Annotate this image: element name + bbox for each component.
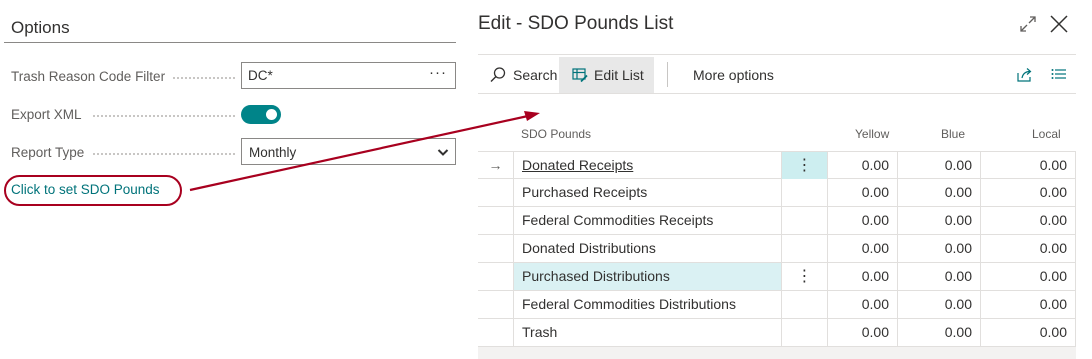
search-button[interactable]: Search [487, 57, 559, 93]
dotted-leader [173, 77, 235, 79]
list-view-icon[interactable] [1051, 68, 1067, 82]
row-name[interactable]: Trash [514, 319, 782, 346]
cell-yellow[interactable]: 0.00 [828, 319, 898, 346]
chevron-down-icon [437, 149, 449, 156]
search-icon [490, 67, 506, 82]
column-header-sdo-pounds[interactable]: SDO Pounds [521, 127, 591, 141]
table-row[interactable]: Donated Distributions 0.00 0.00 0.00 [478, 235, 1076, 263]
close-icon[interactable] [1048, 13, 1070, 35]
toolbar-separator [667, 62, 668, 87]
column-header-blue[interactable]: Blue [941, 127, 965, 141]
toggle-knob [266, 109, 277, 120]
options-title: Options [11, 18, 70, 37]
row-selector[interactable] [478, 235, 514, 262]
row-name-link[interactable]: Donated Receipts [522, 157, 633, 173]
trash-reason-filter-input[interactable]: DC* ··· [241, 62, 456, 89]
table-row[interactable]: Federal Commodities Receipts 0.00 0.00 0… [478, 207, 1076, 235]
cell-yellow[interactable]: 0.00 [828, 263, 898, 290]
column-header-yellow[interactable]: Yellow [855, 127, 889, 141]
report-type-select[interactable]: Monthly [241, 138, 456, 165]
report-type-label: Report Type [11, 145, 85, 160]
cell-local[interactable]: 0.00 [981, 207, 1076, 234]
row-menu-icon[interactable]: ⋮ [782, 263, 828, 290]
table-row[interactable]: Purchased Receipts 0.00 0.00 0.00 [478, 179, 1076, 207]
cell-blue[interactable]: 0.00 [898, 291, 981, 318]
cell-blue[interactable]: 0.00 [898, 319, 981, 346]
cell-local[interactable]: 0.00 [981, 263, 1076, 290]
row-menu-cell[interactable] [782, 235, 828, 262]
edit-list-button[interactable]: Edit List [559, 57, 654, 93]
row-name[interactable]: Donated Distributions [514, 235, 782, 262]
export-xml-label: Export XML [11, 107, 82, 122]
row-name[interactable]: Federal Commodities Distributions [514, 291, 782, 318]
row-selector[interactable] [478, 291, 514, 318]
row-selector[interactable] [478, 263, 514, 290]
cell-local[interactable]: 0.00 [981, 291, 1076, 318]
row-menu-icon[interactable]: ⋮ [782, 152, 828, 179]
table-row[interactable]: Trash 0.00 0.00 0.00 [478, 319, 1076, 347]
row-menu-cell[interactable] [782, 179, 828, 206]
row-menu-cell[interactable] [782, 207, 828, 234]
trash-reason-filter-label: Trash Reason Code Filter [11, 69, 166, 84]
cell-yellow[interactable]: 0.00 [828, 291, 898, 318]
dotted-leader [93, 115, 235, 117]
sdo-pounds-grid: → Donated Receipts ⋮ 0.00 0.00 0.00 Purc… [478, 151, 1076, 347]
more-options-label: More options [693, 67, 774, 83]
cell-local[interactable]: 0.00 [981, 319, 1076, 346]
table-row[interactable]: → Donated Receipts ⋮ 0.00 0.00 0.00 [478, 151, 1076, 179]
cell-yellow[interactable]: 0.00 [828, 152, 898, 179]
table-row[interactable]: Purchased Distributions ⋮ 0.00 0.00 0.00 [478, 263, 1076, 291]
action-bar: Search Edit List More options [478, 54, 1076, 94]
trash-reason-filter-value: DC* [248, 68, 273, 83]
search-label: Search [513, 67, 558, 83]
row-name[interactable]: Purchased Distributions [514, 263, 782, 290]
cell-local[interactable]: 0.00 [981, 152, 1076, 179]
options-panel: Options Trash Reason Code Filter DC* ···… [0, 0, 470, 359]
report-type-value: Monthly [249, 145, 297, 160]
page-title: Edit - SDO Pounds List [478, 13, 674, 34]
grid-footer [478, 347, 1076, 359]
row-menu-cell[interactable] [782, 291, 828, 318]
more-options-button[interactable]: More options [693, 57, 774, 93]
cell-blue[interactable]: 0.00 [898, 235, 981, 262]
row-menu-cell[interactable] [782, 319, 828, 346]
cell-local[interactable]: 0.00 [981, 235, 1076, 262]
edit-list-icon [572, 68, 588, 83]
cell-blue[interactable]: 0.00 [898, 152, 981, 179]
column-header-local[interactable]: Local [1032, 127, 1061, 141]
row-selector[interactable] [478, 207, 514, 234]
cell-yellow[interactable]: 0.00 [828, 179, 898, 206]
edit-list-label: Edit List [594, 67, 644, 83]
options-divider [4, 42, 456, 43]
expand-icon[interactable] [1017, 13, 1039, 35]
row-arrow-icon: → [478, 152, 514, 179]
cell-blue[interactable]: 0.00 [898, 179, 981, 206]
share-icon[interactable] [1016, 67, 1033, 83]
dotted-leader [93, 153, 235, 155]
cell-blue[interactable]: 0.00 [898, 207, 981, 234]
row-selector[interactable] [478, 319, 514, 346]
cell-yellow[interactable]: 0.00 [828, 207, 898, 234]
annotation-oval [4, 175, 182, 206]
cell-local[interactable]: 0.00 [981, 179, 1076, 206]
cell-blue[interactable]: 0.00 [898, 263, 981, 290]
row-name[interactable]: Purchased Receipts [514, 179, 782, 206]
export-xml-toggle[interactable] [241, 105, 281, 124]
row-name[interactable]: Federal Commodities Receipts [514, 207, 782, 234]
lookup-ellipsis-icon[interactable]: ··· [429, 64, 447, 81]
row-selector[interactable] [478, 179, 514, 206]
cell-yellow[interactable]: 0.00 [828, 235, 898, 262]
row-name[interactable]: Donated Receipts [514, 152, 782, 179]
table-row[interactable]: Federal Commodities Distributions 0.00 0… [478, 291, 1076, 319]
